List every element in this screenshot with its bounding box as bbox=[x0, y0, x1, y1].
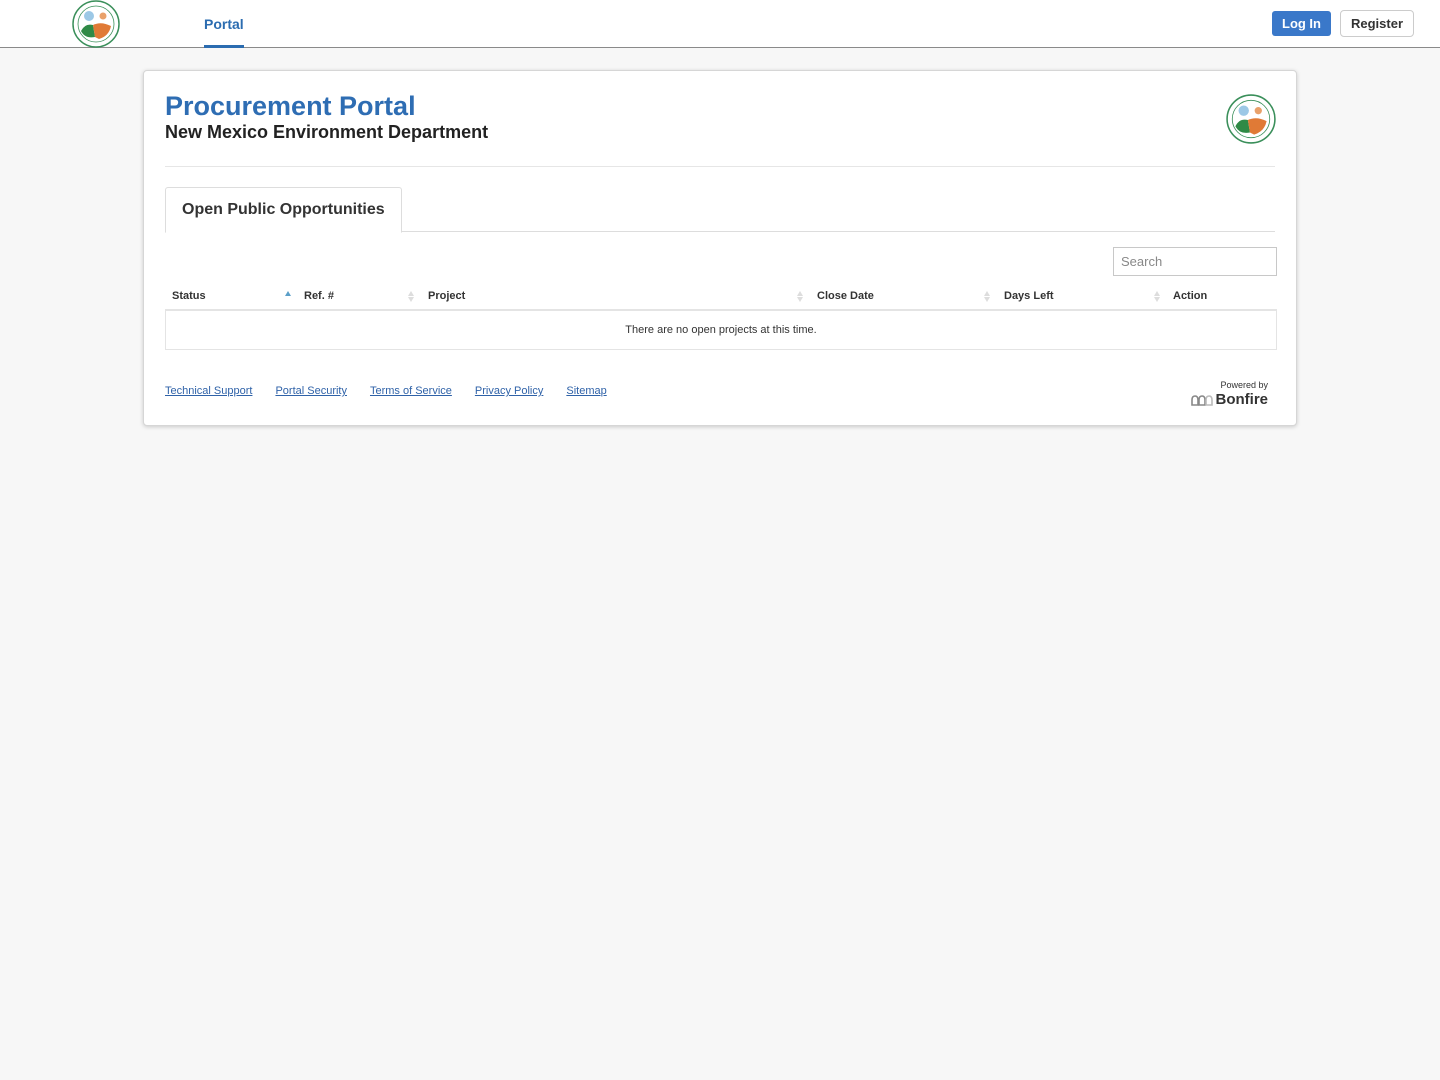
bonfire-brand: Bonfire bbox=[1186, 391, 1268, 408]
link-portal-security[interactable]: Portal Security bbox=[275, 385, 347, 401]
sort-icon[interactable] bbox=[982, 281, 992, 311]
search-input[interactable] bbox=[1113, 247, 1277, 276]
department-seal bbox=[1225, 93, 1277, 145]
column-header-days-left[interactable]: Days Left bbox=[1004, 281, 1054, 311]
column-header-close-date[interactable]: Close Date bbox=[817, 281, 874, 311]
tab-bar: Open Public Opportunities bbox=[165, 187, 1275, 233]
sort-icon[interactable] bbox=[406, 281, 416, 311]
nmed-logo[interactable] bbox=[71, 0, 121, 48]
link-technical-support[interactable]: Technical Support bbox=[165, 385, 252, 401]
bonfire-brand-label: Bonfire bbox=[1215, 391, 1269, 408]
table-header: Status Ref. # Project Close Date Days Le… bbox=[165, 281, 1277, 311]
page-title: Procurement Portal bbox=[165, 91, 416, 121]
column-header-status[interactable]: Status bbox=[172, 281, 206, 311]
nav-tab-portal[interactable]: Portal bbox=[204, 0, 244, 48]
sort-icon[interactable] bbox=[795, 281, 805, 311]
top-navbar: Portal Log In Register bbox=[0, 0, 1440, 48]
link-terms-of-service[interactable]: Terms of Service bbox=[370, 385, 452, 401]
bonfire-logo-icon bbox=[1190, 394, 1213, 406]
seal-icon bbox=[1226, 94, 1276, 144]
page-subtitle: New Mexico Environment Department bbox=[165, 122, 489, 142]
powered-by-label: Powered by bbox=[1220, 380, 1268, 390]
login-button[interactable]: Log In bbox=[1272, 11, 1331, 36]
column-header-action: Action bbox=[1173, 290, 1208, 302]
sort-icon[interactable] bbox=[1152, 281, 1162, 311]
register-button[interactable]: Register bbox=[1340, 10, 1414, 37]
sort-asc-icon[interactable] bbox=[283, 281, 293, 311]
tab-open-public-opportunities[interactable]: Open Public Opportunities bbox=[165, 187, 402, 233]
opportunities-table: Status Ref. # Project Close Date Days Le… bbox=[165, 281, 1277, 350]
seal-icon bbox=[72, 0, 120, 48]
footer-links: Technical Support Portal Security Terms … bbox=[165, 385, 607, 401]
column-header-ref[interactable]: Ref. # bbox=[304, 281, 334, 311]
empty-message: There are no open projects at this time. bbox=[165, 311, 1277, 350]
divider bbox=[165, 166, 1275, 167]
powered-by-bonfire[interactable]: Powered by Bonfire bbox=[1186, 380, 1268, 408]
column-header-project[interactable]: Project bbox=[428, 281, 465, 311]
portal-card: Procurement Portal New Mexico Environmen… bbox=[143, 70, 1297, 426]
link-sitemap[interactable]: Sitemap bbox=[566, 385, 606, 401]
link-privacy-policy[interactable]: Privacy Policy bbox=[475, 385, 543, 401]
